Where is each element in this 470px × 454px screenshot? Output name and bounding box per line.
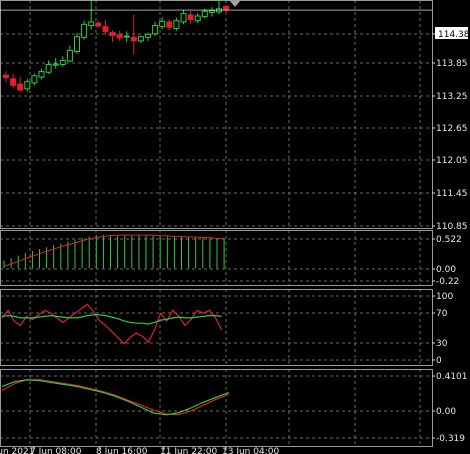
y-tick-label: 0.00	[436, 407, 456, 417]
y-tick-label: 0.00	[436, 265, 456, 275]
oscillator-axis: 100 70 30 0	[432, 292, 453, 366]
candle[interactable]	[208, 10, 215, 13]
price-panel[interactable]	[0, 0, 432, 93]
candle[interactable]	[66, 49, 73, 62]
y-tick-label: 0.4101	[436, 372, 468, 382]
candle[interactable]	[173, 20, 180, 29]
y-tick-label: 0	[436, 356, 442, 366]
current-price-label: 114.38	[438, 30, 470, 40]
candle[interactable]	[102, 26, 109, 32]
y-tick-label: 30	[436, 339, 448, 349]
candle[interactable]	[159, 20, 166, 28]
candle[interactable]	[59, 59, 66, 66]
panel-border	[0, 369, 433, 447]
trend-panel[interactable]	[1, 379, 230, 416]
x-tick-label: 7 Jun 08:00	[30, 447, 82, 454]
candle[interactable]	[88, 21, 95, 26]
candle[interactable]	[166, 21, 173, 28]
y-tick-label: 112.65	[436, 124, 468, 134]
panel-border	[0, 0, 433, 229]
main-line	[1, 379, 230, 416]
candle[interactable]	[194, 15, 201, 22]
x-tick-label: 8 Jun 16:00	[96, 447, 148, 454]
current-price-marker-icon	[229, 0, 241, 7]
macd-axis: 0.522 0.00 -0.22	[432, 235, 462, 287]
candle[interactable]	[24, 81, 31, 90]
candle[interactable]	[17, 83, 24, 91]
candle[interactable]	[31, 75, 38, 84]
candle[interactable]	[137, 36, 144, 42]
candle[interactable]	[45, 64, 52, 73]
y-tick-label: 0.522	[436, 235, 462, 245]
candle[interactable]	[187, 14, 194, 21]
candle[interactable]	[152, 24, 159, 35]
candle[interactable]	[3, 74, 9, 79]
candle[interactable]	[95, 22, 102, 27]
candle[interactable]	[52, 63, 59, 66]
y-tick-label: 70	[436, 309, 448, 319]
price-axis: 114.38 113.85 113.25 112.65 112.05 111.45 110.…	[432, 30, 468, 232]
y-tick-label: 112.05	[436, 156, 468, 166]
x-tick-label: 13 Jun 04:00	[222, 447, 279, 454]
trend-axis: 0.4101 0.00 -0.319	[432, 372, 468, 444]
y-tick-label: -0.319	[436, 434, 465, 444]
main-line	[1, 303, 223, 345]
candle[interactable]	[123, 35, 130, 38]
signal-line	[3, 234, 225, 267]
candle[interactable]	[130, 36, 137, 42]
y-tick-label: 113.25	[436, 92, 468, 102]
candle[interactable]	[38, 71, 45, 78]
chart-canvas[interactable]: 114.38 113.85 113.25 112.65 112.05 111.45 110.…	[0, 0, 470, 454]
candle[interactable]	[10, 78, 17, 86]
x-tick-label: 11 Jun 22:00	[160, 447, 217, 454]
candle[interactable]	[201, 10, 208, 18]
macd-panel[interactable]	[3, 234, 225, 269]
candle[interactable]	[81, 23, 88, 38]
candle[interactable]	[116, 34, 123, 39]
grid-lines	[0, 0, 432, 446]
candle[interactable]	[109, 32, 116, 37]
candle[interactable]	[74, 36, 80, 53]
candle[interactable]	[180, 13, 187, 23]
panel-frames	[0, 0, 433, 447]
y-tick-label: 100	[436, 292, 453, 302]
panel-border	[0, 289, 433, 366]
candle[interactable]	[145, 33, 151, 38]
y-tick-label: 113.85	[436, 59, 468, 69]
oscillator-panel[interactable]	[1, 303, 223, 345]
time-axis: 7 Jun 20217 Jun 08:008 Jun 16:0011 Jun 2…	[0, 446, 279, 454]
candle[interactable]	[223, 6, 230, 11]
y-tick-label: 111.45	[436, 189, 468, 199]
y-tick-label: -0.22	[436, 277, 459, 287]
y-tick-label: 110.85	[436, 222, 468, 232]
